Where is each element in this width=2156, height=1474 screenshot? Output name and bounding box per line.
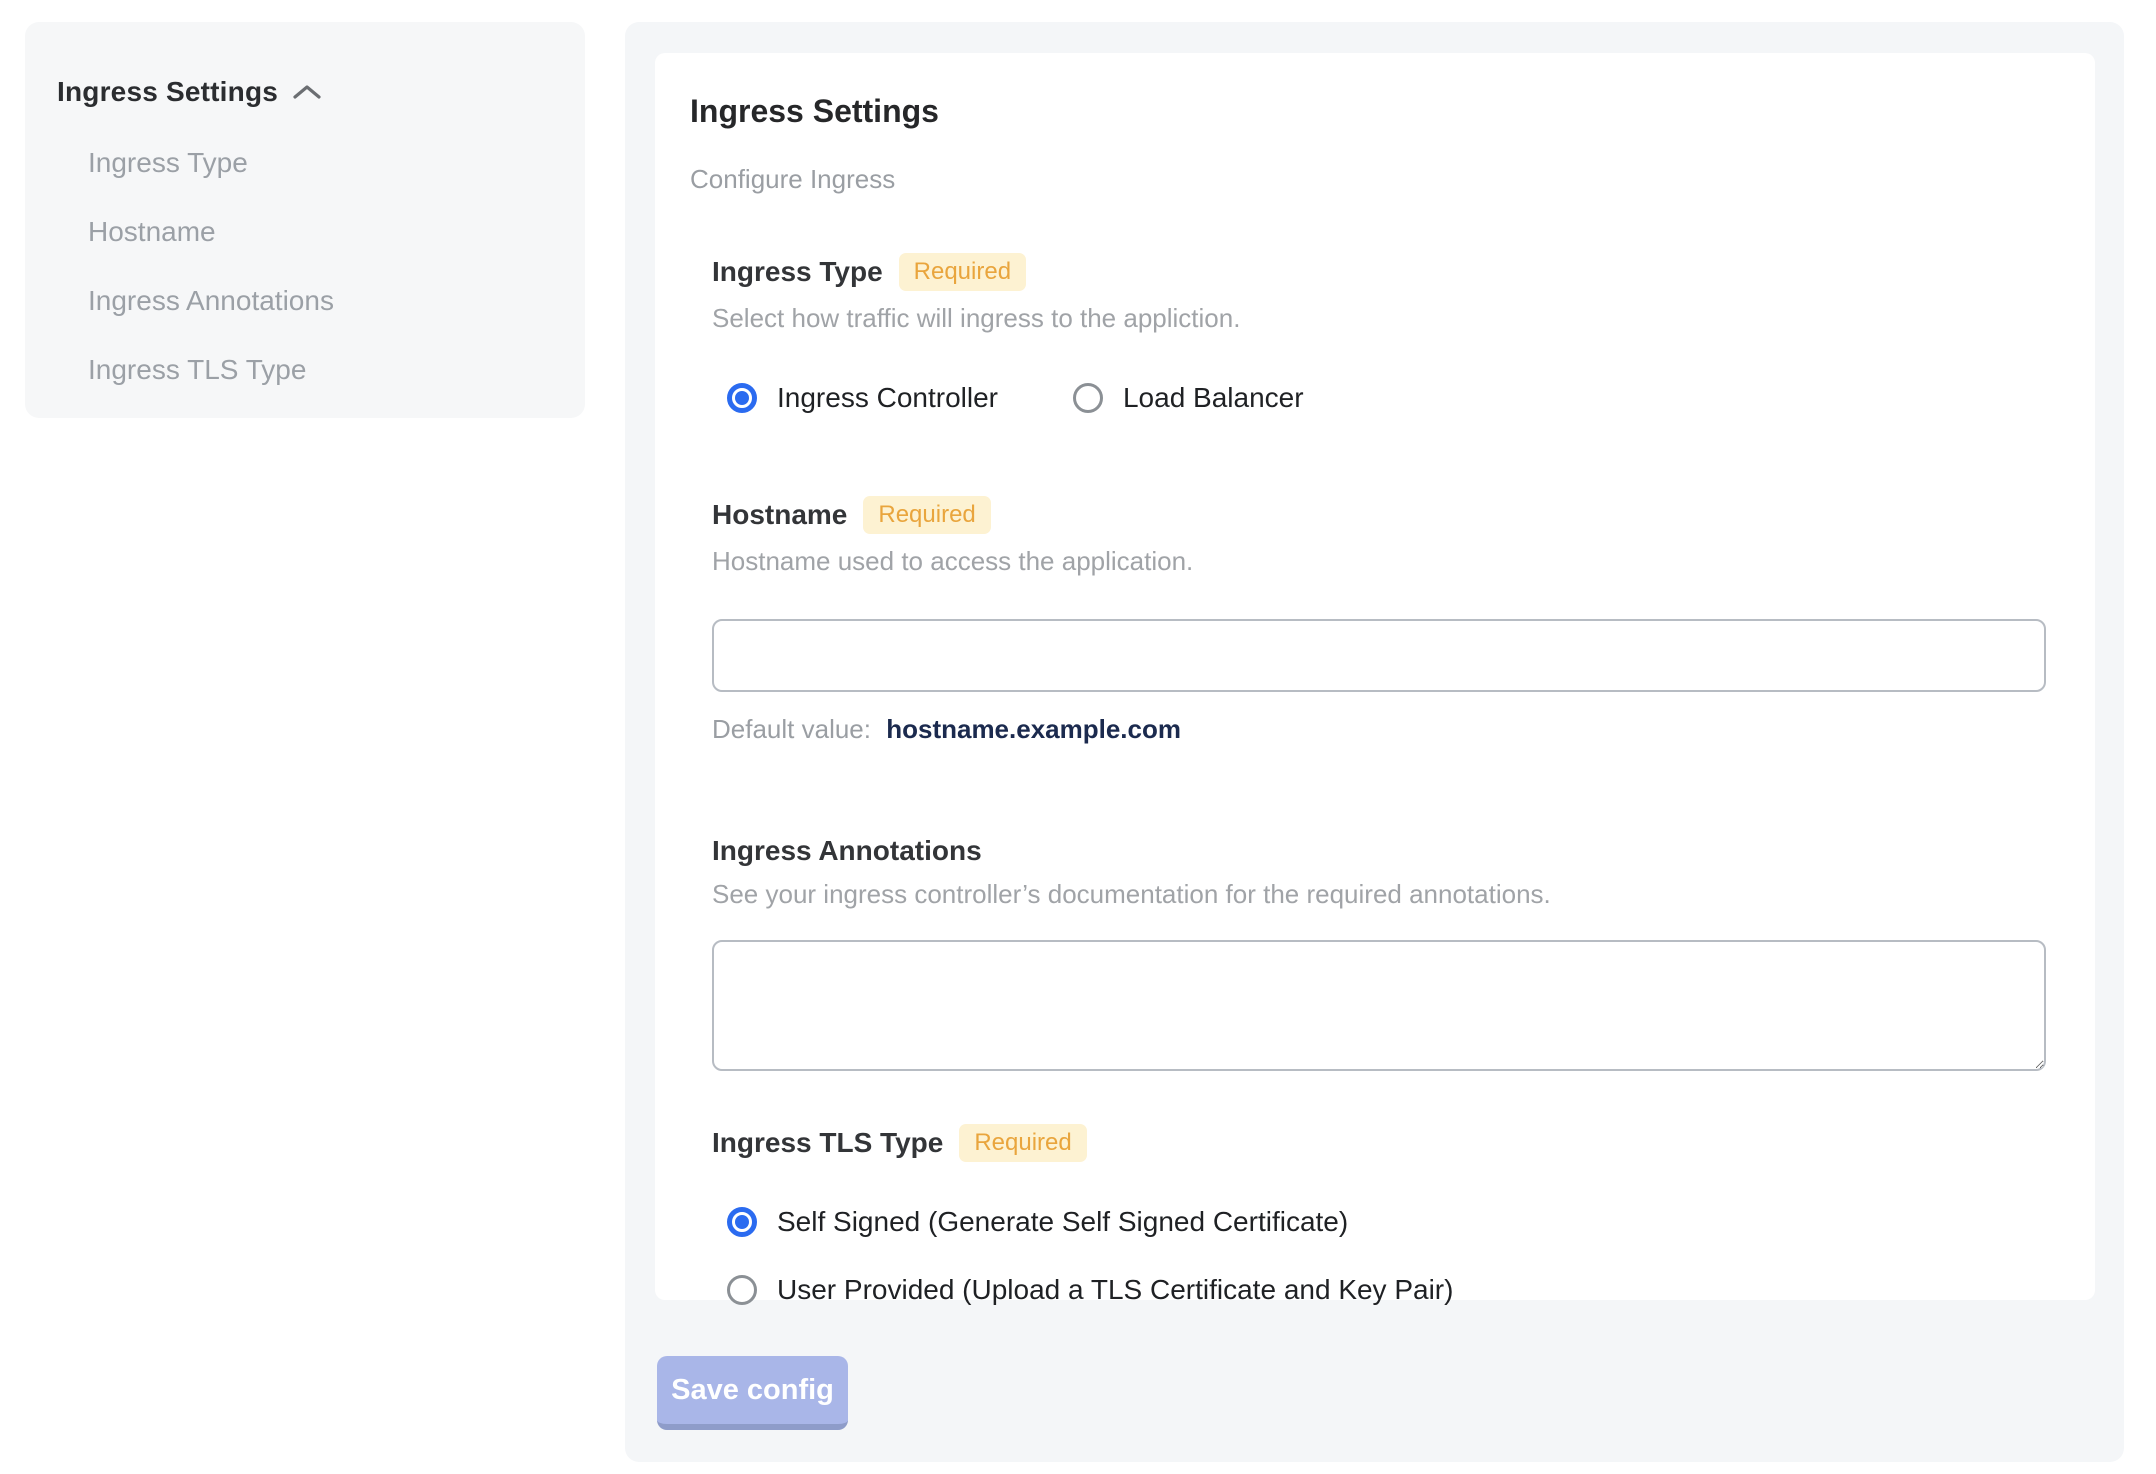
hostname-default-line: Default value: hostname.example.com xyxy=(712,714,2045,745)
radio-unselected-icon[interactable] xyxy=(727,1275,757,1305)
sidebar-item-ingress-annotations[interactable]: Ingress Annotations xyxy=(88,285,334,354)
page-title: Ingress Settings xyxy=(690,93,939,129)
default-value-text: hostname.example.com xyxy=(886,714,1181,744)
radio-label: Self Signed (Generate Self Signed Certif… xyxy=(777,1206,1349,1237)
tls-type-radio-group: Self Signed (Generate Self Signed Certif… xyxy=(712,1206,2045,1306)
radio-selected-icon[interactable] xyxy=(727,383,757,413)
ingress-type-radio-group: Ingress Controller Load Balancer xyxy=(712,382,2045,414)
radio-unselected-icon[interactable] xyxy=(1072,383,1103,413)
sidebar-item-ingress-type[interactable]: Ingress Type xyxy=(88,147,334,216)
section-ingress-tls-type: Ingress TLS Type Required Self Signed (G… xyxy=(712,1124,2045,1306)
required-badge: Required xyxy=(898,253,1027,291)
sidebar-item-hostname[interactable]: Hostname xyxy=(88,216,334,285)
radio-self-signed[interactable]: Self Signed (Generate Self Signed Certif… xyxy=(727,1206,2045,1238)
section-hostname: Hostname Required Hostname used to acces… xyxy=(712,496,2046,745)
sidebar-section-title: Ingress Settings xyxy=(57,76,279,107)
ingress-tls-type-label: Ingress TLS Type xyxy=(712,1127,944,1158)
section-ingress-annotations: Ingress Annotations See your ingress con… xyxy=(712,835,2046,1076)
default-value-label: Default value: xyxy=(712,714,871,744)
radio-ingress-controller[interactable]: Ingress Controller xyxy=(727,382,998,414)
sidebar-section-toggle[interactable]: Ingress Settings xyxy=(57,76,322,108)
ingress-settings-card: Ingress Settings Configure Ingress Ingre… xyxy=(655,53,2095,1305)
hostname-label: Hostname xyxy=(712,499,848,530)
radio-label: User Provided (Upload a TLS Certificate … xyxy=(777,1274,1454,1305)
settings-sidebar: Ingress Settings Ingress Type Hostname I… xyxy=(25,22,585,418)
radio-user-provided[interactable]: User Provided (Upload a TLS Certificate … xyxy=(727,1274,2045,1306)
section-ingress-type: Ingress Type Required Select how traffic… xyxy=(712,253,2045,414)
radio-load-balancer[interactable]: Load Balancer xyxy=(1072,382,1304,414)
required-badge: Required xyxy=(863,496,991,534)
required-badge: Required xyxy=(959,1124,1087,1162)
ingress-type-label: Ingress Type xyxy=(712,256,883,287)
radio-label: Load Balancer xyxy=(1122,382,1304,413)
ingress-annotations-description: See your ingress controller’s documentat… xyxy=(712,879,1551,909)
ingress-type-description: Select how traffic will ingress to the a… xyxy=(712,303,1241,333)
page-subtitle: Configure Ingress xyxy=(690,164,896,194)
sidebar-item-ingress-tls-type[interactable]: Ingress TLS Type xyxy=(88,354,334,423)
ingress-annotations-textarea[interactable] xyxy=(712,940,2046,1071)
sidebar-nav-items: Ingress Type Hostname Ingress Annotation… xyxy=(88,147,334,423)
chevron-up-icon xyxy=(292,83,322,101)
ingress-annotations-label: Ingress Annotations xyxy=(712,835,982,866)
radio-selected-icon[interactable] xyxy=(727,1207,757,1237)
hostname-description: Hostname used to access the application. xyxy=(712,546,1194,576)
hostname-input[interactable] xyxy=(712,619,2046,692)
ingress-settings-panel: Ingress Settings Configure Ingress Ingre… xyxy=(625,22,2124,1462)
save-config-button[interactable]: Save config xyxy=(657,1356,848,1430)
radio-label: Ingress Controller xyxy=(777,382,998,413)
